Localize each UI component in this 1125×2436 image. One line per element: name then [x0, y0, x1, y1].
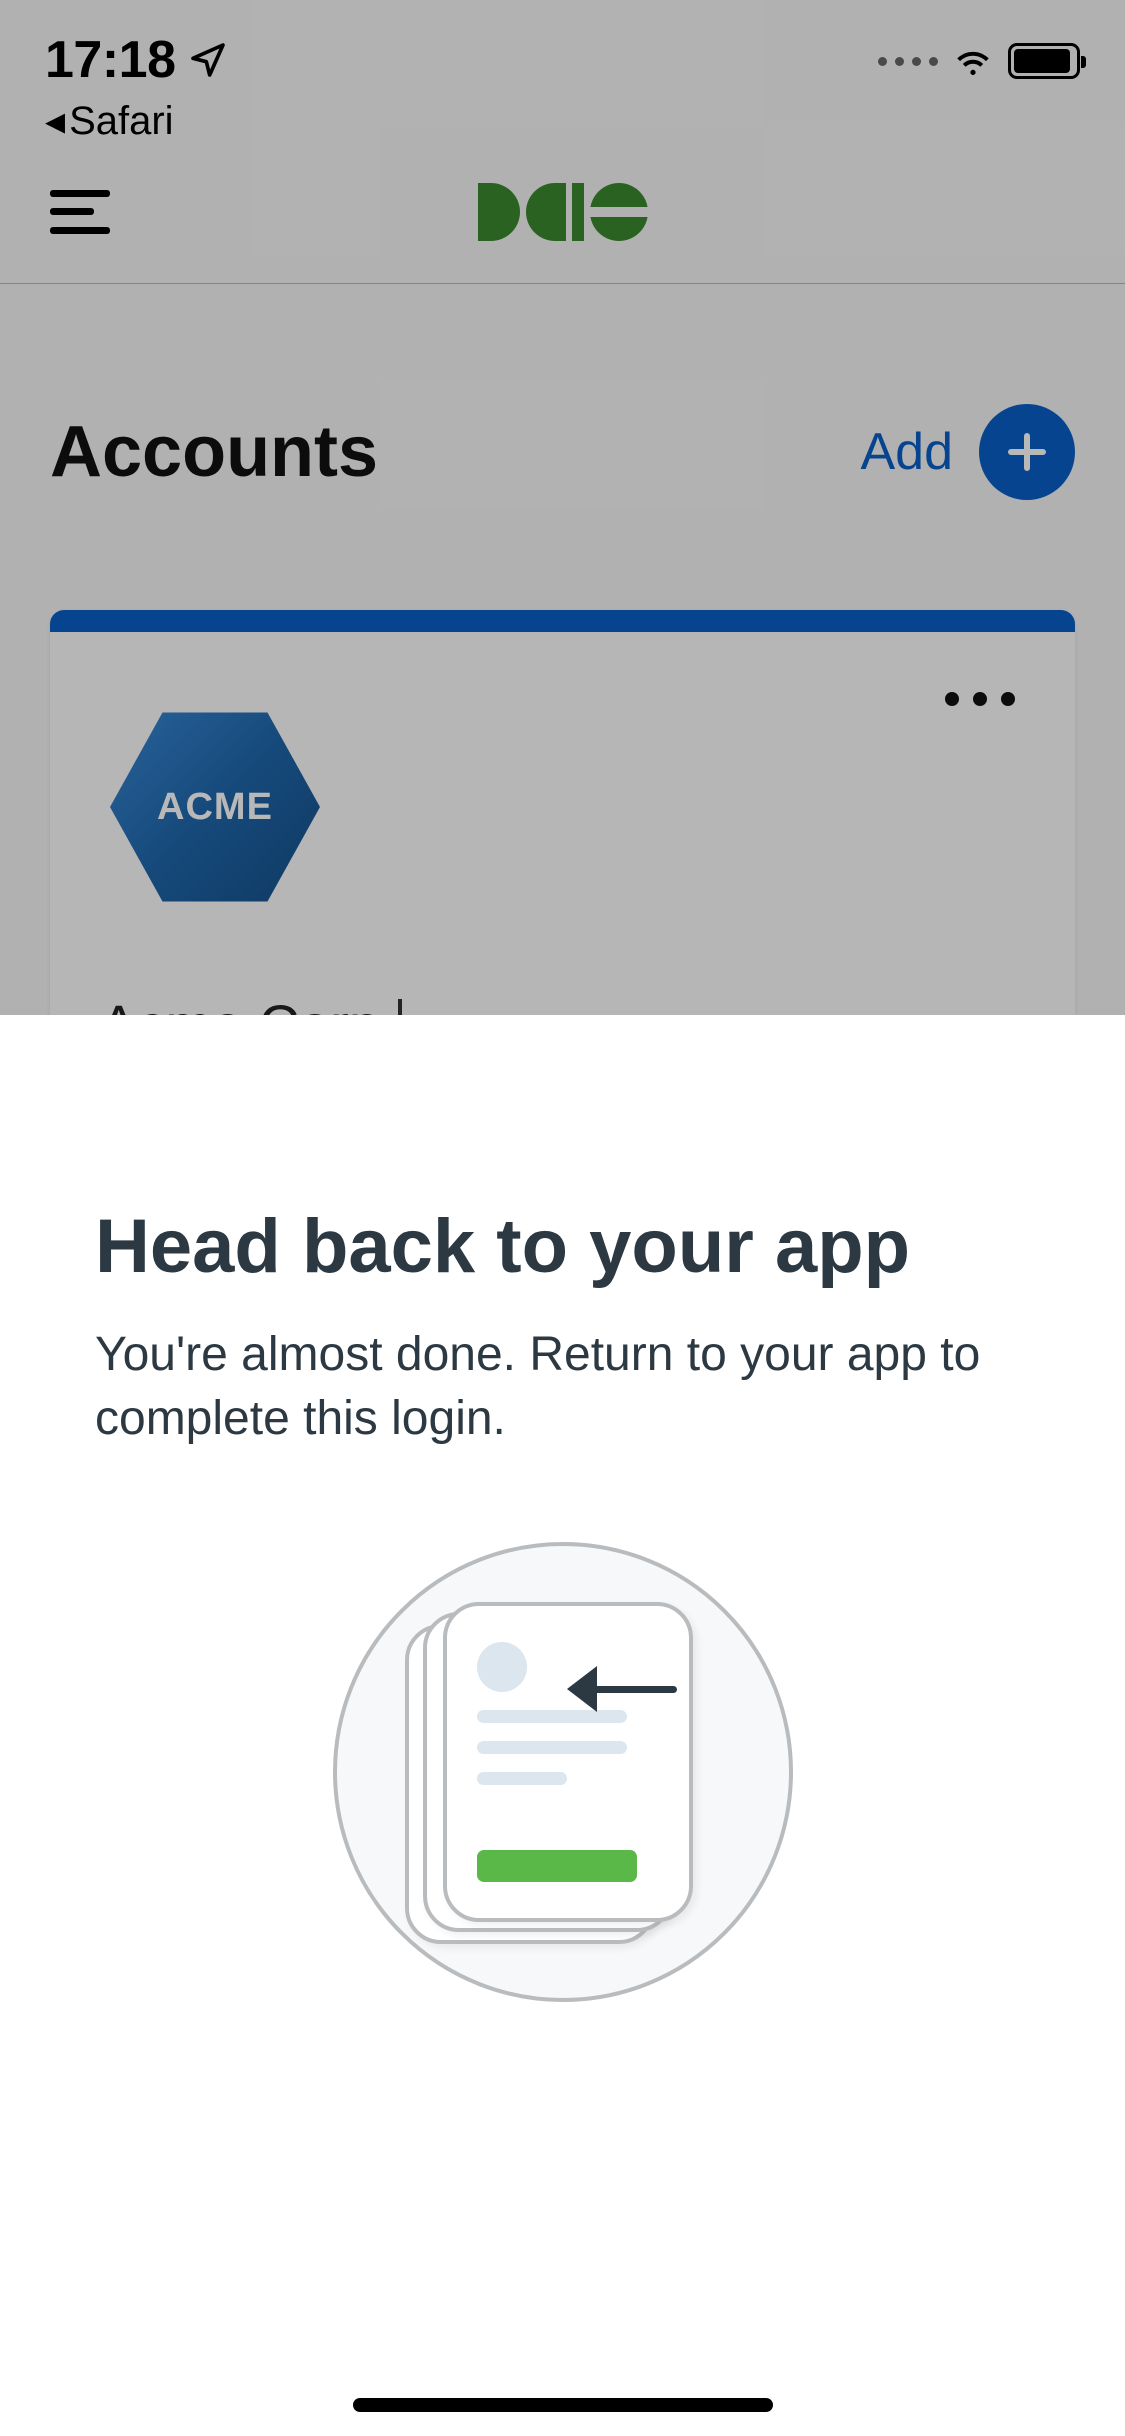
sheet-body: You're almost done. Return to your app t…	[95, 1323, 1030, 1453]
bottom-sheet: Head back to your app You're almost done…	[0, 1015, 1125, 2436]
arrow-left-icon	[567, 1666, 677, 1712]
dim-overlay	[0, 0, 1125, 1015]
return-to-app-illustration	[333, 1542, 793, 2002]
sheet-title: Head back to your app	[95, 1205, 1030, 1289]
home-indicator[interactable]	[353, 2398, 773, 2412]
